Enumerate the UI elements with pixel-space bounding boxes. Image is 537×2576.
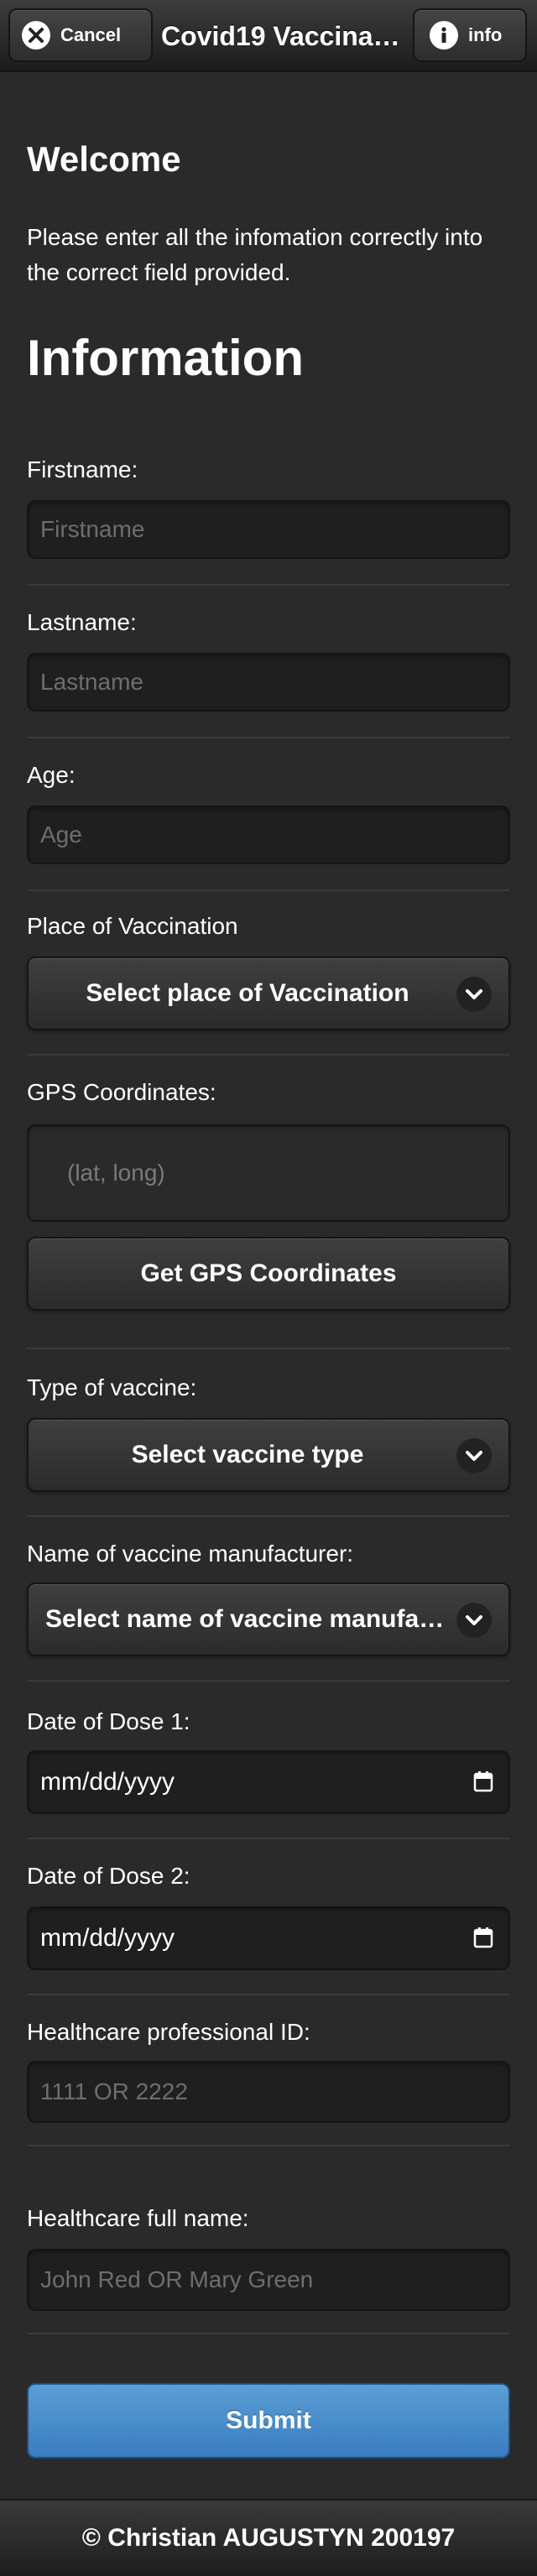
divider — [27, 1680, 510, 1682]
dose2-label: Date of Dose 2: — [27, 1863, 190, 1889]
hp-name-input[interactable] — [27, 2249, 510, 2311]
hp-id-label: Healthcare professional ID: — [27, 2019, 310, 2045]
divider — [27, 584, 510, 586]
manufacturer-select-value: Select name of vaccine manufacturer — [45, 1605, 491, 1633]
dose1-date-value: mm/dd/yyyy — [40, 1768, 175, 1796]
divider — [27, 1515, 510, 1517]
firstname-input[interactable] — [27, 500, 510, 559]
header-bar: Cancel Covid19 Vaccination info — [0, 0, 537, 72]
welcome-heading: Welcome — [27, 139, 181, 179]
vaccine-type-select[interactable]: Select vaccine type — [27, 1418, 510, 1492]
get-gps-button[interactable]: Get GPS Coordinates — [27, 1237, 510, 1311]
footer-text: © Christian AUGUSTYN 200197 — [81, 2524, 456, 2552]
hp-id-input[interactable] — [27, 2061, 510, 2123]
place-label: Place of Vaccination — [27, 913, 238, 939]
divider — [27, 2333, 510, 2334]
vaccine-type-select-value: Select vaccine type — [131, 1441, 364, 1468]
hp-name-label: Healthcare full name: — [27, 2205, 249, 2231]
chevron-down-icon — [456, 1603, 492, 1638]
dose2-date-value: mm/dd/yyyy — [40, 1924, 175, 1952]
manufacturer-label: Name of vaccine manufacturer: — [27, 1541, 354, 1567]
divider — [27, 1838, 510, 1839]
firstname-label: Firstname: — [27, 456, 138, 482]
divider — [27, 1054, 510, 1056]
chevron-down-icon — [456, 977, 492, 1012]
vaccine-type-label: Type of vaccine: — [27, 1374, 197, 1400]
divider — [27, 1348, 510, 1349]
info-button[interactable]: info — [413, 8, 527, 62]
information-heading: Information — [27, 330, 304, 386]
info-icon — [430, 21, 458, 50]
place-select[interactable]: Select place of Vaccination — [27, 957, 510, 1030]
lastname-input[interactable] — [27, 653, 510, 712]
divider — [27, 737, 510, 738]
divider — [27, 1994, 510, 1995]
lastname-label: Lastname: — [27, 609, 137, 635]
age-label: Age: — [27, 762, 76, 788]
info-button-label: info — [468, 24, 503, 45]
gps-placeholder: (lat, long) — [67, 1160, 165, 1186]
dose1-label: Date of Dose 1: — [27, 1708, 190, 1734]
chevron-down-icon — [456, 1438, 492, 1473]
dose2-date-input[interactable]: mm/dd/yyyy — [27, 1906, 510, 1970]
welcome-text: Please enter all the infomation correctl… — [27, 224, 483, 285]
calendar-icon[interactable] — [473, 1770, 493, 1792]
cancel-button[interactable]: Cancel — [8, 8, 153, 62]
manufacturer-select[interactable]: Select name of vaccine manufacturer — [27, 1583, 510, 1656]
cancel-button-label: Cancel — [60, 24, 122, 45]
gps-coordinates-field[interactable]: (lat, long) — [27, 1124, 510, 1222]
submit-button[interactable]: Submit — [27, 2383, 510, 2459]
divider — [27, 2145, 510, 2146]
footer-bar: © Christian AUGUSTYN 200197 — [0, 2499, 537, 2576]
place-select-value: Select place of Vaccination — [86, 979, 409, 1007]
page-title: Covid19 Vaccination — [161, 21, 404, 51]
get-gps-button-label: Get GPS Coordinates — [140, 1259, 397, 1287]
dose1-date-input[interactable]: mm/dd/yyyy — [27, 1750, 510, 1814]
submit-button-label: Submit — [226, 2407, 311, 2434]
close-icon — [22, 21, 50, 50]
age-input[interactable] — [27, 806, 510, 864]
divider — [27, 889, 510, 891]
calendar-icon[interactable] — [473, 1927, 493, 1948]
gps-label: GPS Coordinates: — [27, 1079, 216, 1105]
